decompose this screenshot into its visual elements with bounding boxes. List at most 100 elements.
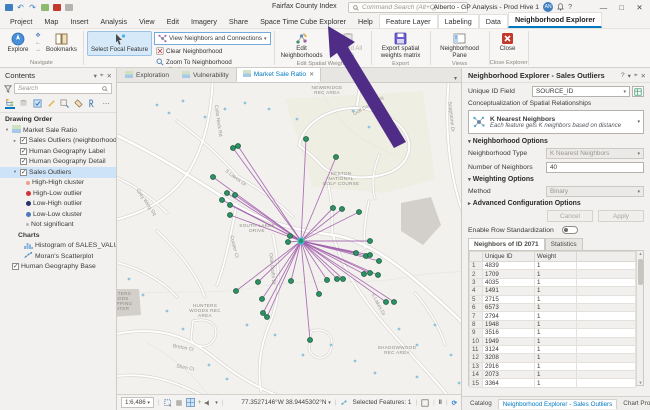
window-icon[interactable] — [64, 3, 73, 12]
tab-overflow-icon[interactable]: ▾ — [454, 75, 461, 82]
basemap-grid-icon[interactable] — [186, 398, 195, 407]
dock-tab-catalog[interactable]: Catalog — [466, 399, 496, 408]
pane-close-icon[interactable]: ✕ — [641, 72, 646, 80]
ribbon-tab-view[interactable]: View — [133, 15, 160, 28]
previous-extent-icon[interactable]: ← — [35, 40, 41, 46]
close-window-button[interactable]: ✕ — [631, 1, 648, 15]
table-row[interactable]: 727941 — [470, 312, 636, 320]
list-by-drawing-order-icon[interactable] — [5, 98, 15, 109]
pane-help-icon[interactable]: ? — [621, 72, 625, 80]
refresh-icon[interactable]: ⟳ — [452, 399, 457, 407]
ribbon-tab-edit[interactable]: Edit — [161, 15, 185, 28]
table-row[interactable]: 1131241 — [470, 345, 636, 353]
table-row[interactable]: 148391 — [470, 262, 636, 270]
ribbon-tab-feature-layer[interactable]: Feature Layer — [379, 14, 438, 28]
ribbon-tab-help[interactable]: Help — [352, 15, 379, 28]
save-icon[interactable] — [4, 3, 13, 12]
view-tab-vulnerability[interactable]: Vulnerability — [176, 69, 235, 82]
list-by-data-source-icon[interactable] — [19, 98, 29, 109]
layer-checkbox[interactable]: ✓ — [20, 158, 27, 165]
ribbon-tab-project[interactable]: Project — [4, 15, 38, 28]
edit-neighborhoods-button[interactable]: Edit Neighborhoods — [278, 31, 326, 61]
table-row[interactable]: 1420731 — [470, 371, 636, 379]
conceptualization-select[interactable]: K Nearest Neighbors Each feature gets K … — [468, 110, 644, 134]
layer-item-sales-outliers[interactable]: ▾✓Sales Outliers — [0, 167, 116, 178]
expander-icon[interactable]: ▾ — [12, 169, 18, 175]
next-extent-icon[interactable]: → — [35, 47, 41, 53]
ribbon-tab-share[interactable]: Share — [223, 15, 254, 28]
row-standardization-toggle[interactable] — [562, 226, 578, 234]
layer-checkbox[interactable]: ✓ — [20, 137, 27, 144]
explore-button[interactable]: Explore — [3, 31, 33, 55]
maximize-button[interactable]: □ — [613, 1, 630, 15]
pin-icon[interactable]: ⌖ — [100, 72, 104, 80]
layer-item-market-sale-ratio[interactable]: ▾Market Sale Ratio — [0, 125, 116, 136]
expander-icon[interactable]: ▸ — [12, 138, 18, 144]
list-by-charts-icon[interactable] — [88, 98, 98, 109]
list-by-editing-icon[interactable] — [46, 98, 56, 109]
ribbon-tab-map[interactable]: Map — [38, 15, 64, 28]
contents-search-input[interactable]: Search — [14, 83, 112, 94]
layer-item-human-geography-label[interactable]: ✓Human Geography Label — [0, 146, 116, 157]
undo-icon[interactable]: ↶ — [16, 3, 25, 12]
table-row[interactable]: 340351 — [470, 278, 636, 286]
layer-checkbox[interactable]: ✓ — [12, 263, 19, 270]
ribbon-tab-neighborhood-explorer[interactable]: Neighborhood Explorer — [508, 12, 602, 28]
table-row[interactable]: 935161 — [470, 329, 636, 337]
layers-icon[interactable] — [175, 399, 183, 407]
ribbon-tab-space-time-cube-explorer[interactable]: Space Time Cube Explorer — [254, 15, 352, 28]
table-row[interactable]: 1232081 — [470, 354, 636, 362]
select-tool-icon[interactable] — [164, 399, 172, 407]
layer-item-sales-outliers-neighborhood-[interactable]: ▸✓Sales Outliers (neighborhood) — [0, 136, 116, 147]
advanced-options-header[interactable]: ▸Advanced Configuration Options — [468, 200, 644, 207]
ribbon-tab-insert[interactable]: Insert — [64, 15, 94, 28]
redo-icon[interactable]: ↷ — [28, 3, 37, 12]
table-row[interactable]: 819481 — [470, 320, 636, 328]
close-pane-icon[interactable]: ✕ — [107, 72, 112, 80]
weighting-options-header[interactable]: ▾Weighting Options — [468, 176, 644, 183]
table-row[interactable]: 665731 — [470, 303, 636, 311]
pane-pin-icon[interactable]: ⌖ — [634, 72, 638, 80]
table-row[interactable]: 1019491 — [470, 337, 636, 345]
list-by-selection-icon[interactable] — [33, 98, 43, 109]
notifications-icon[interactable] — [557, 3, 564, 11]
table-row[interactable]: 1533641 — [470, 379, 636, 387]
layer-checkbox[interactable]: ✓ — [20, 169, 27, 176]
toolbar-overflow-icon[interactable]: ⋯ — [101, 98, 111, 109]
dock-tab-neighborhood-explorer-sales-outliers[interactable]: Neighborhood Explorer - Sales Outliers — [498, 399, 618, 409]
zoom-to-neighborhood-button[interactable]: Zoom To Neighborhood — [154, 57, 271, 67]
layout-grid-icon[interactable] — [421, 399, 429, 407]
neighbors-tab-statistics[interactable]: Statistics — [545, 238, 583, 250]
neighbors-tab-neighbors-of-id-2071[interactable]: Neighbors of ID 2071 — [468, 238, 545, 250]
expander-icon[interactable]: ▾ — [4, 127, 10, 133]
number-of-neighbors-input[interactable]: 40 — [546, 162, 644, 173]
pane-menu-icon[interactable]: ▾ — [628, 72, 631, 80]
scale-select[interactable]: 1:6,486 ▾ — [121, 397, 154, 408]
ribbon-tab-imagery[interactable]: Imagery — [185, 15, 223, 28]
export-spatial-weights-button[interactable]: Export spatial weights matrix — [375, 31, 427, 61]
toolbox-icon[interactable] — [52, 3, 61, 12]
select-focal-feature-button[interactable]: Select Focal Feature — [87, 31, 152, 56]
fit-extent-icon[interactable]: ✥ — [35, 33, 41, 39]
unique-id-select[interactable]: SOURCE_ID▾ — [532, 86, 630, 97]
chart-item-scatter[interactable]: Moran's Scatterplot — [0, 251, 116, 262]
neighborhood-pane-button[interactable]: Neighborhood Pane — [434, 31, 486, 61]
table-row[interactable]: 217091 — [470, 270, 636, 278]
ribbon-tab-analysis[interactable]: Analysis — [94, 15, 133, 28]
status-chevron-icon[interactable]: ▾ — [215, 400, 218, 406]
filter-icon[interactable] — [4, 85, 12, 93]
view-tab-market-sale-ratio[interactable]: Market Sale Ratio✕ — [236, 67, 321, 82]
ribbon-tab-data[interactable]: Data — [479, 14, 508, 28]
pane-menu-icon[interactable]: ▾ — [94, 72, 97, 80]
dock-tab-chart-properties[interactable]: Chart Properties — [619, 399, 650, 408]
list-by-labeling-icon[interactable] — [74, 98, 84, 109]
add-data-icon[interactable] — [40, 3, 49, 12]
bookmarks-button[interactable]: Bookmarks — [43, 31, 80, 55]
ribbon-tab-labeling[interactable]: Labeling — [438, 14, 479, 28]
chart-item-histogram[interactable]: Histogram of SALES_VALUE — [0, 241, 116, 252]
map-canvas[interactable]: NEWBRIDGEREC AREAGolf Course SqColts Nec… — [117, 83, 461, 394]
view-tab-exploration[interactable]: Exploration — [119, 69, 175, 82]
list-by-snapping-icon[interactable] — [60, 98, 70, 109]
neighborhood-options-header[interactable]: ▾Neighborhood Options — [468, 138, 644, 145]
table-scrollbar[interactable]: ▲ ▼ — [636, 251, 643, 385]
